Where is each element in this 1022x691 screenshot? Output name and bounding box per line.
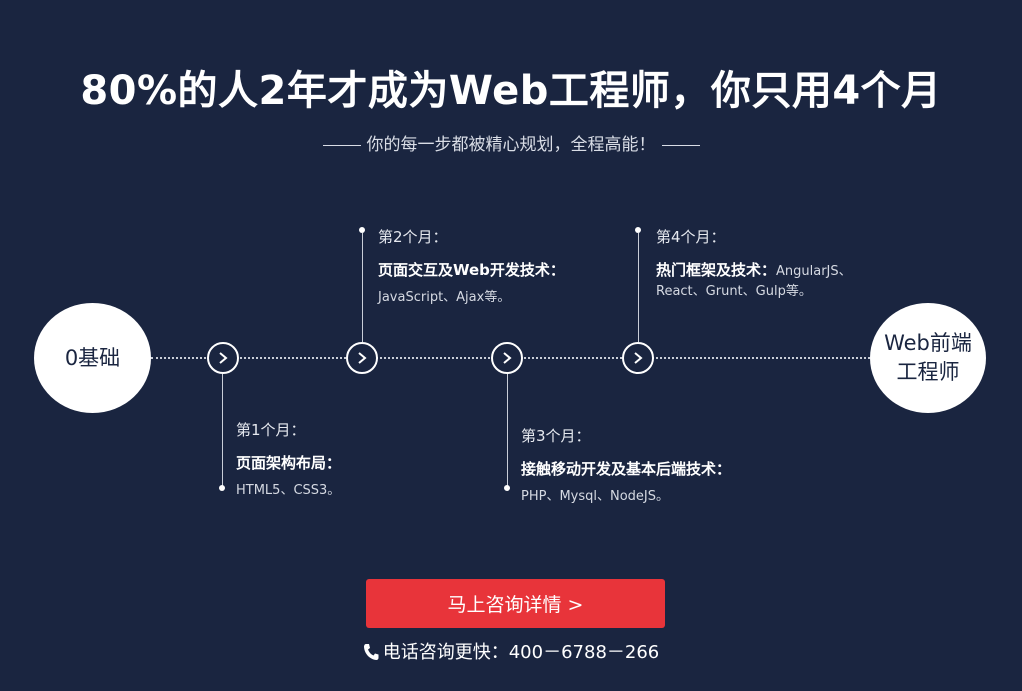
- chevron-right-icon: [622, 342, 654, 374]
- connector-line: [362, 233, 363, 342]
- start-label: 0基础: [64, 345, 121, 370]
- connector-dot: [359, 227, 365, 233]
- timeline-step-month1: 第1个月： 页面架构布局： HTML5、CSS3。: [236, 419, 341, 501]
- divider: [661, 144, 700, 146]
- step-detail: HTML5、CSS3。: [236, 483, 341, 498]
- timeline-start-node: 0基础: [34, 303, 151, 413]
- page-title: 80%的人2年才成为Web工程师，你只用4个月: [80, 68, 942, 114]
- timeline-end-node: Web前端 工程师: [870, 303, 986, 413]
- step-heading: 页面架构布局：: [236, 454, 342, 472]
- step-detail: AngularJS、: [776, 264, 852, 279]
- timeline-step-month3: 第3个月： 接触移动开发及基本后端技术： PHP、Mysql、NodeJS。: [521, 425, 731, 507]
- phone-contact: 电话咨询更快：400－6788－266: [0, 638, 1022, 664]
- chevron-right-icon: [207, 342, 239, 374]
- timeline-step-month4: 第4个月： 热门框架及技术：AngularJS、 React、Grunt、Gul…: [656, 226, 852, 302]
- chevron-right-icon: [491, 342, 523, 374]
- chevron-right-icon: [346, 342, 378, 374]
- phone-text: 电话咨询更快：400－6788－266: [382, 642, 660, 663]
- step-detail: JavaScript、Ajax等。: [378, 290, 511, 305]
- connector-dot: [635, 227, 641, 233]
- connector-line: [507, 374, 508, 486]
- step-detail: PHP、Mysql、NodeJS。: [521, 489, 670, 504]
- step-heading-text: 热门框架及技术：: [656, 261, 777, 279]
- consult-button[interactable]: 马上咨询详情 >: [366, 579, 665, 628]
- connector-line: [638, 233, 639, 342]
- connector-dot: [504, 485, 510, 491]
- step-heading: 接触移动开发及基本后端技术：: [521, 460, 732, 478]
- step-label: 第2个月：: [378, 228, 448, 246]
- subtitle-text: 你的每一步都被精心规划，全程高能！: [366, 135, 656, 155]
- end-label-line1: Web前端: [884, 331, 972, 355]
- divider: [322, 144, 361, 146]
- end-label-line2: 工程师: [896, 360, 960, 384]
- step-label: 第4个月：: [656, 228, 726, 246]
- connector-dot: [219, 485, 225, 491]
- step-detail: React、Grunt、Gulp等。: [656, 284, 812, 299]
- timeline-step-month2: 第2个月： 页面交互及Web开发技术： JavaScript、Ajax等。: [378, 226, 565, 308]
- connector-line: [222, 374, 223, 486]
- phone-icon: [363, 642, 383, 663]
- step-heading: 热门框架及技术：AngularJS、: [656, 259, 852, 280]
- step-label: 第1个月：: [236, 421, 306, 439]
- step-heading: 页面交互及Web开发技术：: [378, 261, 565, 279]
- page-subtitle: 你的每一步都被精心规划，全程高能！: [0, 130, 1022, 155]
- step-label: 第3个月：: [521, 427, 591, 445]
